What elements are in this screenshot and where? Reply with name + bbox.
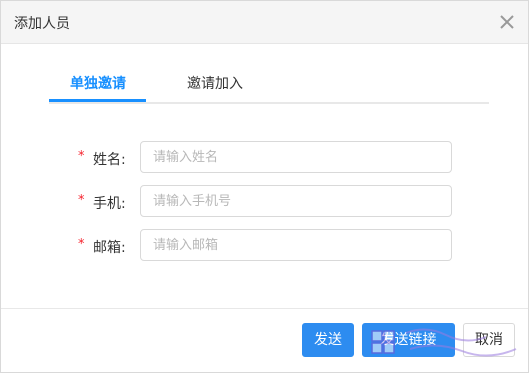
cancel-button[interactable]: 取消 xyxy=(463,323,515,357)
form-row-phone: * 手机: xyxy=(1,185,528,219)
footer-divider xyxy=(1,308,528,309)
dialog-title: 添加人员 xyxy=(14,16,70,32)
close-icon[interactable] xyxy=(497,12,517,32)
name-label: 姓名: xyxy=(93,152,126,168)
required-mark: * xyxy=(78,193,85,208)
send-button[interactable]: 发送 xyxy=(302,323,354,357)
phone-input[interactable] xyxy=(140,185,452,217)
tab-invite-join[interactable]: 邀请加入 xyxy=(187,73,243,93)
form-row-email: * 邮箱: xyxy=(1,229,528,263)
email-input[interactable] xyxy=(140,229,452,261)
name-input[interactable] xyxy=(140,141,452,173)
dialog-header: 添加人员 xyxy=(1,1,528,44)
add-member-dialog: 添加人员 单独邀请 邀请加入 * 姓名: * 手机: * 邮箱: 发送 发送链接… xyxy=(0,0,529,373)
email-label: 邮箱: xyxy=(93,240,126,256)
tab-single-invite[interactable]: 单独邀请 xyxy=(70,73,126,93)
required-mark: * xyxy=(78,149,85,164)
active-tab-indicator xyxy=(49,99,146,102)
required-mark: * xyxy=(78,237,85,252)
send-link-button[interactable]: 发送链接 xyxy=(362,323,455,357)
form-row-name: * 姓名: xyxy=(1,141,528,175)
invite-tabs: 单独邀请 邀请加入 xyxy=(49,61,489,104)
phone-label: 手机: xyxy=(93,196,126,212)
